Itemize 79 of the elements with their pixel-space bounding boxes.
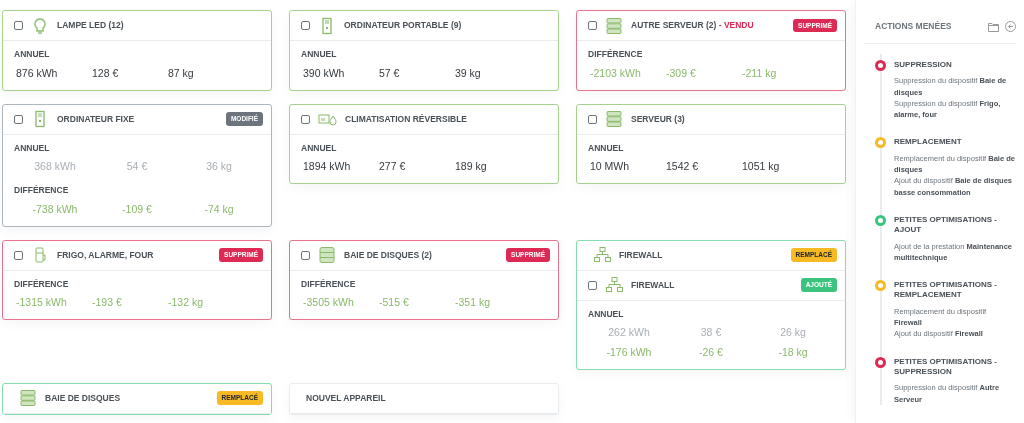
device-title: NOUVEL APPAREIL bbox=[306, 391, 386, 405]
value-text: 26 kg bbox=[779, 325, 807, 341]
timeline-title: SUPPRESSION bbox=[894, 60, 953, 71]
back-arrow-icon[interactable] bbox=[1005, 21, 1016, 32]
value-text: 390 kWh bbox=[302, 65, 346, 81]
checkbox[interactable] bbox=[301, 250, 310, 260]
value-text: -351 kg bbox=[454, 295, 492, 311]
server-stack-icon bbox=[605, 16, 623, 35]
device-title: FIREWALL bbox=[631, 278, 675, 292]
timeline-title: PETITES OPTIMISATIONS - REMPLACEMENT bbox=[894, 280, 998, 301]
value-text: -1315 kWh bbox=[15, 295, 68, 311]
checkbox[interactable] bbox=[301, 114, 310, 124]
section-label: DIFFÉRENCE bbox=[588, 48, 644, 61]
device-title: ORDINATEUR PORTABLE (9) bbox=[344, 19, 462, 32]
value-text: -193 € bbox=[91, 295, 123, 311]
value-text: -74 kg bbox=[203, 201, 235, 217]
checkbox[interactable] bbox=[588, 280, 597, 290]
device-title: ORDINATEUR FIXE bbox=[57, 112, 135, 126]
value-text: 189 kg bbox=[454, 159, 488, 175]
device-title: FIREWALL bbox=[619, 248, 663, 262]
device-title: SERVEUR (3) bbox=[631, 112, 685, 126]
checkbox[interactable] bbox=[588, 21, 597, 30]
value-text: -3505 kWh bbox=[302, 295, 355, 311]
value-text: 54 € bbox=[125, 159, 149, 175]
timeline-title: REMPLACEMENT bbox=[894, 137, 963, 148]
value-text: -2103 kWh bbox=[589, 65, 642, 81]
device-title: BAIE DE DISQUES (2) bbox=[344, 248, 432, 262]
device-title: FRIGO, ALARME, FOUR bbox=[57, 248, 154, 262]
section-label: DIFFÉRENCE bbox=[14, 277, 70, 291]
checkbox[interactable] bbox=[14, 250, 23, 260]
value-text: 36 kg bbox=[205, 159, 233, 175]
lightbulb-icon bbox=[31, 16, 49, 35]
value-text: 262 kWh bbox=[607, 325, 651, 341]
value-text: 368 kWh bbox=[33, 159, 77, 175]
value-text: -26 € bbox=[698, 345, 724, 360]
value-text: 1542 € bbox=[665, 159, 700, 175]
checkbox[interactable] bbox=[588, 114, 597, 124]
section-label: ANNUEL bbox=[14, 141, 51, 155]
value-text: 10 MWh bbox=[589, 159, 631, 175]
network-icon bbox=[605, 276, 623, 294]
value-text: -109 € bbox=[121, 201, 153, 217]
value-text: -309 € bbox=[665, 65, 697, 81]
section-label: ANNUEL bbox=[14, 48, 51, 61]
value-text: 277 € bbox=[378, 159, 407, 175]
folder-icon[interactable] bbox=[988, 21, 999, 32]
value-text: 876 kWh bbox=[15, 65, 59, 81]
value-text: -132 kg bbox=[167, 295, 205, 311]
value-text: -176 kWh bbox=[605, 345, 653, 360]
device-title: LAMPE LED (12) bbox=[57, 19, 124, 32]
value-text: -18 kg bbox=[777, 345, 809, 360]
checkbox[interactable] bbox=[301, 21, 310, 30]
panel-title: ACTIONS MENÉES bbox=[875, 20, 952, 33]
section-label: DIFFÉRENCE bbox=[301, 277, 357, 291]
value-text: -515 € bbox=[378, 295, 410, 311]
checkbox[interactable] bbox=[14, 114, 23, 124]
value-text: 1894 kWh bbox=[302, 159, 352, 175]
section-label: ANNUEL bbox=[301, 141, 338, 155]
section-label: ANNUEL bbox=[588, 141, 625, 155]
value-text: 38 € bbox=[699, 325, 723, 341]
value-text: -738 kWh bbox=[31, 201, 79, 217]
value-text: 39 kg bbox=[454, 65, 482, 81]
disk-array-icon bbox=[318, 246, 336, 264]
checkbox[interactable] bbox=[14, 21, 23, 30]
timeline-title: PETITES OPTIMISATIONS - AJOUT bbox=[894, 214, 998, 236]
section-label: DIFFÉRENCE bbox=[14, 184, 70, 197]
device-title: BAIE DE DISQUES bbox=[45, 391, 121, 405]
value-text: 128 € bbox=[91, 65, 120, 81]
server-stack-icon bbox=[19, 389, 37, 408]
timeline-title: PETITES OPTIMISATIONS - SUPPRESSION bbox=[894, 356, 998, 378]
value-text: 57 € bbox=[378, 65, 401, 81]
network-icon bbox=[593, 246, 611, 264]
section-label: ANNUEL bbox=[588, 307, 625, 321]
server-stack-icon bbox=[605, 110, 623, 128]
device-title: CLIMATISATION RÉVERSIBLE bbox=[345, 112, 467, 126]
device-title: AUTRE SERVEUR (2) - VENDU bbox=[631, 19, 754, 32]
section-label: ANNUEL bbox=[301, 48, 338, 61]
value-text: -211 kg bbox=[741, 65, 778, 81]
value-text: 1051 kg bbox=[741, 159, 781, 175]
value-text: 87 kg bbox=[167, 65, 195, 81]
